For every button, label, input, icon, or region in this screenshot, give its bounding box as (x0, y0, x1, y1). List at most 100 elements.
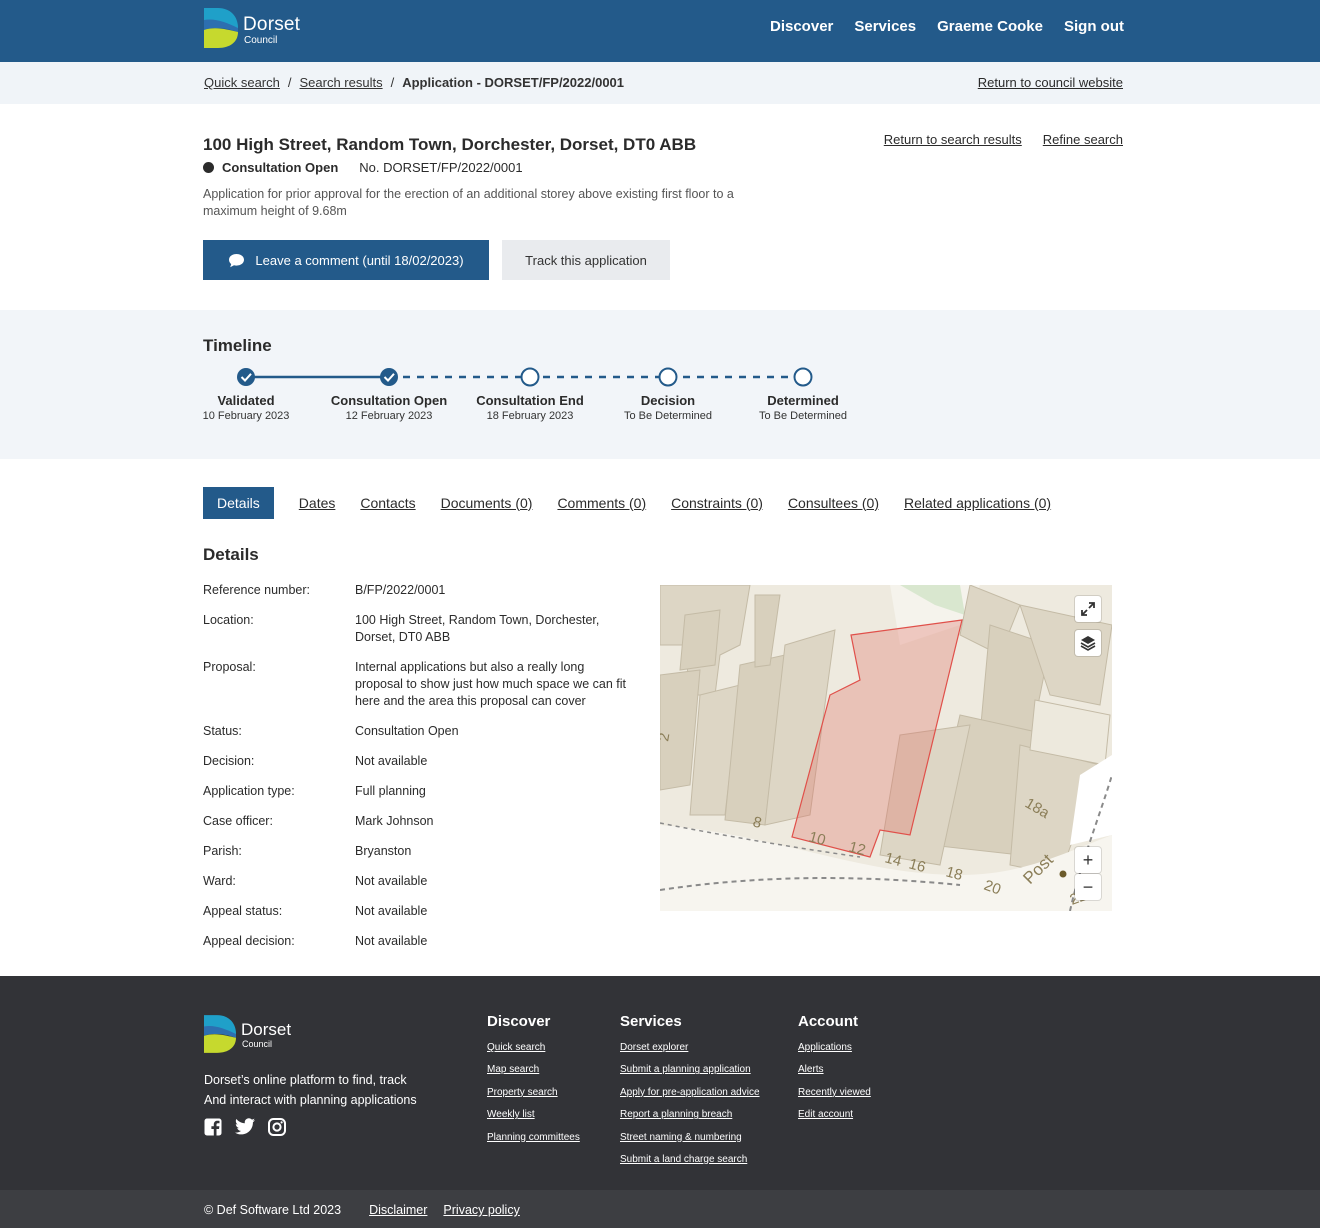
detail-value: B/FP/2022/0001 (355, 583, 446, 597)
footer-link[interactable]: Submit a land charge search (620, 1154, 760, 1166)
timeline-track (237, 367, 813, 387)
return-council-link[interactable]: Return to council website (978, 75, 1123, 90)
privacy-policy-link[interactable]: Privacy policy (443, 1203, 519, 1217)
tab-consultees[interactable]: Consultees (0) (788, 495, 879, 511)
footer-column-services: Services Dorset explorer Submit a planni… (620, 1013, 760, 1176)
footer-logo[interactable]: Dorset Council (204, 1015, 304, 1055)
breadcrumb-quick-search[interactable]: Quick search (204, 75, 280, 90)
footer-column-account: Account Applications Alerts Recently vie… (798, 1013, 871, 1132)
zoom-in-button[interactable]: + (1075, 847, 1101, 873)
nav-services[interactable]: Services (854, 18, 916, 35)
site-footer: Dorset Council Dorset’s online platform … (0, 976, 1320, 1190)
detail-row: Appeal decision: Not available (203, 933, 643, 950)
logo-mark-icon (204, 1015, 236, 1053)
instagram-icon[interactable] (268, 1118, 286, 1136)
tab-related-applications[interactable]: Related applications (0) (904, 495, 1051, 511)
footer-column-discover: Discover Quick search Map search Propert… (487, 1013, 580, 1154)
footer-link[interactable]: Submit a planning application (620, 1064, 760, 1076)
status-dot-icon (203, 162, 214, 173)
footer-bottom-bar: © Def Software Ltd 2023 Disclaimer Priva… (0, 1190, 1320, 1228)
map-canvas[interactable]: 2 8 10 12 14 16 18 20 18a Post 22 (660, 585, 1112, 911)
detail-key: Application type: (203, 784, 295, 798)
speech-bubble-icon (229, 253, 245, 267)
step-date: 12 February 2023 (345, 410, 433, 422)
timeline-step: Consultation End 18 February 2023 (450, 393, 610, 422)
tab-dates[interactable]: Dates (299, 495, 336, 511)
return-search-results-link[interactable]: Return to search results (884, 132, 1022, 147)
step-done-icon (237, 368, 255, 386)
step-done-icon (380, 368, 398, 386)
postbox-marker-icon (1059, 870, 1067, 878)
footer-link[interactable]: Weekly list (487, 1109, 580, 1121)
logo-name: Dorset (243, 14, 301, 35)
dorset-logo[interactable]: Dorset Council (204, 8, 304, 48)
detail-key: Proposal: (203, 660, 256, 674)
detail-value: Internal applications but also a really … (355, 660, 626, 708)
detail-key: Appeal decision: (203, 934, 295, 948)
leave-comment-label: Leave a comment (until 18/02/2023) (255, 252, 464, 268)
nav-sign-out[interactable]: Sign out (1064, 18, 1124, 35)
site-map[interactable]: 2 8 10 12 14 16 18 20 18a Post 22 + − (660, 585, 1112, 911)
tab-documents[interactable]: Documents (0) (441, 495, 533, 511)
disclaimer-link[interactable]: Disclaimer (369, 1203, 427, 1217)
footer-column-title: Services (620, 1013, 682, 1030)
breadcrumb-search-results[interactable]: Search results (300, 75, 383, 90)
footer-link[interactable]: Planning committees (487, 1132, 580, 1144)
tab-contacts[interactable]: Contacts (360, 495, 415, 511)
footer-column-title: Discover (487, 1013, 551, 1030)
step-pending-icon (793, 367, 813, 387)
detail-value: Not available (355, 904, 428, 918)
leave-comment-button[interactable]: Leave a comment (until 18/02/2023) (203, 240, 489, 280)
footer-link[interactable]: Recently viewed (798, 1087, 871, 1099)
step-date: To Be Determined (758, 410, 848, 422)
footer-link[interactable]: Applications (798, 1042, 871, 1054)
site-header: Dorset Council Discover Services Graeme … (0, 0, 1320, 62)
facebook-icon[interactable] (204, 1118, 222, 1136)
detail-key: Appeal status: (203, 904, 283, 918)
footer-column-title: Account (798, 1013, 858, 1030)
tab-details[interactable]: Details (203, 486, 274, 519)
detail-key: Ward: (203, 874, 236, 888)
footer-link[interactable]: Dorset explorer (620, 1042, 760, 1054)
footer-link[interactable]: Apply for pre-application advice (620, 1087, 760, 1099)
step-date: 18 February 2023 (486, 410, 574, 422)
timeline: Timeline Validated 10 February 2023 Cons… (0, 310, 1320, 459)
timeline-step: Validated 10 February 2023 (166, 393, 326, 422)
refine-search-link[interactable]: Refine search (1043, 132, 1123, 147)
breadcrumb-separator: / (287, 75, 292, 90)
twitter-icon[interactable] (235, 1118, 255, 1135)
detail-row: Location: 100 High Street, Random Town, D… (203, 612, 643, 646)
nav-discover[interactable]: Discover (770, 18, 833, 35)
footer-link[interactable]: Map search (487, 1064, 580, 1076)
footer-link[interactable]: Edit account (798, 1109, 871, 1121)
logo-name: Dorset (241, 1020, 292, 1039)
tab-comments[interactable]: Comments (0) (557, 495, 646, 511)
detail-row: Status: Consultation Open (203, 723, 643, 740)
detail-value: Not available (355, 754, 428, 768)
footer-tagline: Dorset’s online platform to find, track … (204, 1070, 444, 1110)
detail-row: Ward: Not available (203, 873, 643, 890)
details-list: Reference number: B/FP/2022/0001 Location… (203, 582, 643, 963)
detail-key: Parish: (203, 844, 242, 858)
track-application-button[interactable]: Track this application (502, 240, 670, 280)
footer-link[interactable]: Street naming & numbering (620, 1132, 760, 1144)
detail-value: Bryanston (355, 844, 412, 858)
copyright: © Def Software Ltd 2023 (204, 1203, 342, 1217)
logo-sub: Council (242, 1039, 273, 1049)
footer-link[interactable]: Alerts (798, 1064, 871, 1076)
detail-value: Consultation Open (355, 724, 459, 738)
footer-link[interactable]: Property search (487, 1087, 580, 1099)
tab-constraints[interactable]: Constraints (0) (671, 495, 763, 511)
footer-link[interactable]: Quick search (487, 1042, 580, 1054)
footer-link[interactable]: Report a planning breach (620, 1109, 760, 1121)
detail-value: 100 High Street, Random Town, Dorchester… (355, 613, 600, 644)
details-heading: Details (203, 545, 259, 564)
zoom-out-button[interactable]: − (1075, 874, 1101, 900)
layers-icon[interactable] (1075, 630, 1101, 656)
application-tabs: Details Dates Contacts Documents (0) Com… (203, 486, 1076, 519)
fullscreen-icon[interactable] (1075, 596, 1101, 622)
step-label: Validated (217, 393, 275, 408)
step-date: 10 February 2023 (202, 410, 290, 422)
application-title: 100 High Street, Random Town, Dorchester… (203, 135, 697, 154)
nav-user[interactable]: Graeme Cooke (937, 18, 1043, 35)
